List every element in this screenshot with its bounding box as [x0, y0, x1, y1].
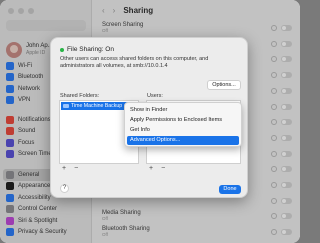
context-menu: Show in Finder Apply Permissions to Enclo… [124, 102, 242, 147]
sheet-title: File Sharing: On [60, 46, 114, 53]
menu-item-show-in-finder[interactable]: Show in Finder [127, 106, 239, 115]
folder-add-remove: + − [62, 165, 78, 172]
menu-item-advanced-options[interactable]: Advanced Options... [127, 136, 239, 145]
options-button[interactable]: Options... [207, 80, 241, 90]
add-user-button[interactable]: + [149, 165, 153, 172]
shared-folders-label: Shared Folders: [60, 93, 100, 99]
user-add-remove: + − [149, 165, 165, 172]
help-button[interactable]: ? [60, 184, 69, 193]
system-settings-window: John Ap... Apple ID Wi-Fi Bluetooth Networ… [0, 0, 300, 243]
menu-item-apply-permissions-to-enclosed-items[interactable]: Apply Permissions to Enclosed Items [127, 116, 239, 125]
add-folder-button[interactable]: + [62, 165, 66, 172]
users-label: Users: [147, 93, 163, 99]
remove-user-button[interactable]: − [161, 165, 165, 172]
remove-folder-button[interactable]: − [74, 165, 78, 172]
sheet-description: Other users can access shared folders on… [60, 56, 209, 69]
folder-icon [63, 103, 69, 109]
done-button[interactable]: Done [219, 185, 241, 194]
folder-name: Time Machine Backup [71, 103, 123, 109]
menu-item-get-info[interactable]: Get Info [127, 126, 239, 135]
status-dot-icon [60, 47, 64, 52]
status-title: File Sharing: On [67, 46, 114, 53]
